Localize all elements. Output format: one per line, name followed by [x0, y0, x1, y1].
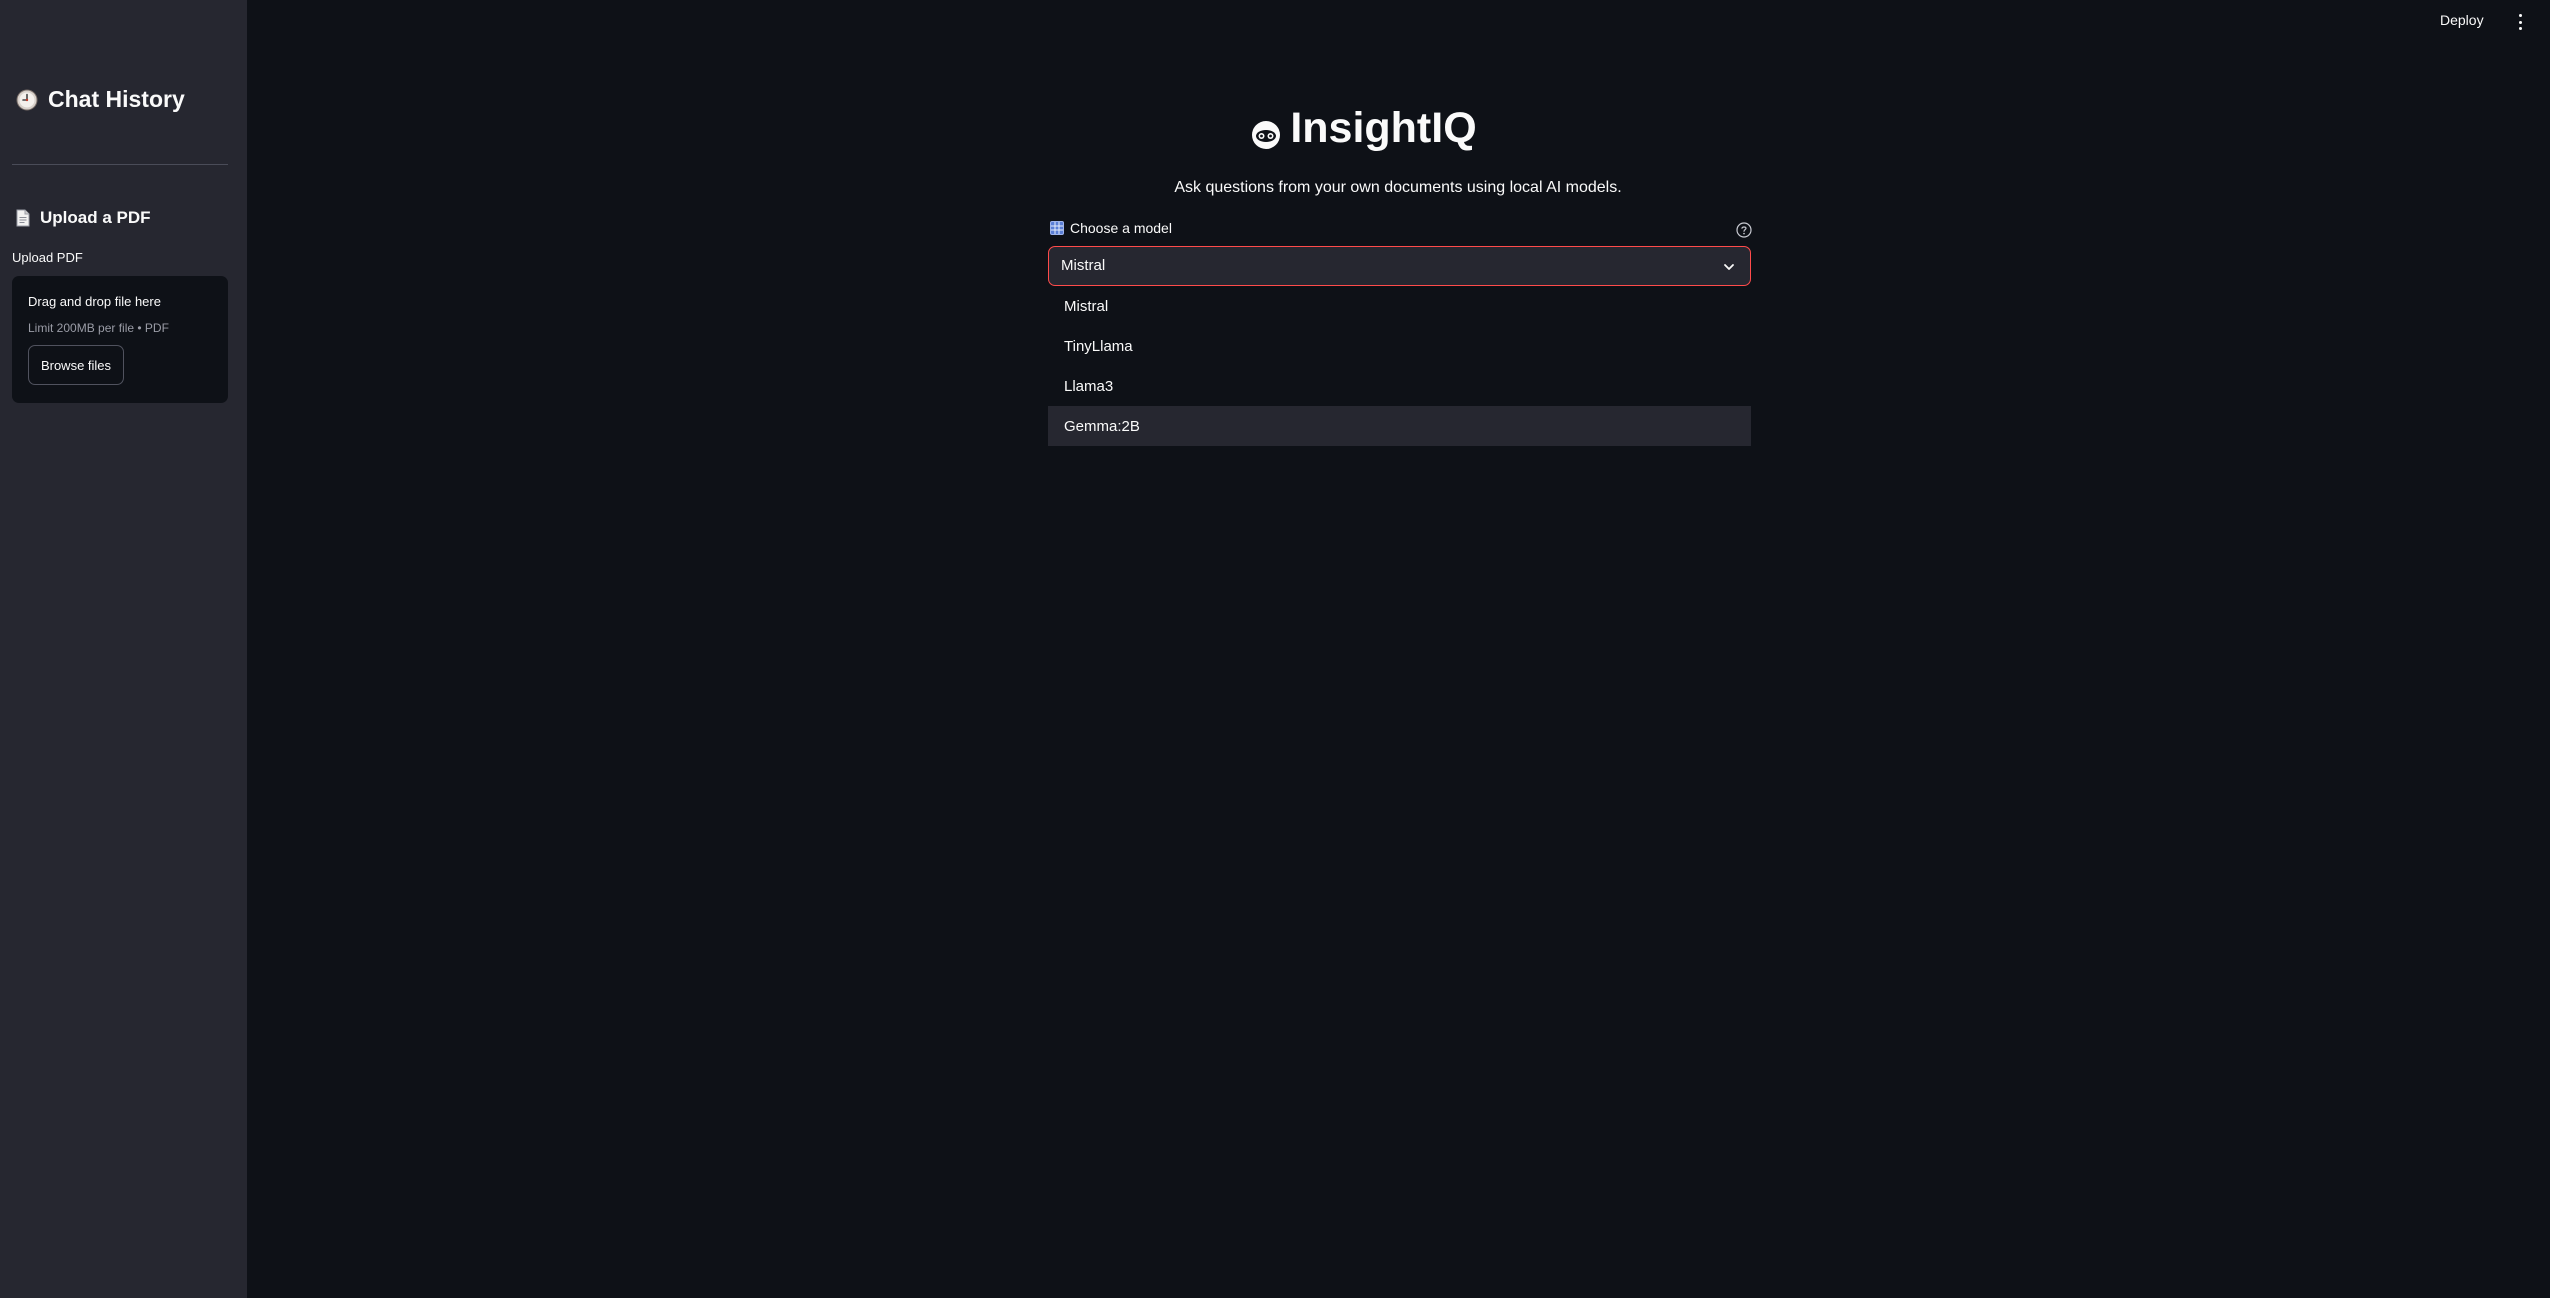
browse-files-button[interactable]: Browse files [28, 345, 124, 385]
grid-icon [1050, 221, 1064, 235]
sidebar: Chat History Upload a PDF Upload PDF Dra… [0, 0, 247, 1298]
chevron-down-icon[interactable] [1722, 260, 1736, 274]
page-header: InsightIQ [0, 104, 2550, 153]
app-root: Chat History Upload a PDF Upload PDF Dra… [0, 0, 2550, 1298]
upload-section-title: Upload a PDF [16, 208, 151, 228]
model-option-mistral[interactable]: Mistral [1048, 286, 1751, 326]
upload-pdf-label: Upload PDF [12, 250, 83, 265]
model-select-label: Choose a model [1050, 220, 1172, 236]
face-icon [1250, 113, 1282, 149]
model-option-gemma-2b[interactable]: Gemma:2B [1048, 406, 1751, 446]
dropzone-instructions: Drag and drop file here [28, 294, 161, 309]
kebab-menu-icon[interactable] [2514, 12, 2526, 32]
page-title-text: InsightIQ [1290, 104, 1477, 152]
file-dropzone[interactable]: Drag and drop file here Limit 200MB per … [12, 276, 228, 403]
sidebar-divider [12, 164, 228, 165]
model-select-value: Mistral [1061, 257, 1106, 274]
deploy-button[interactable]: Deploy [2440, 12, 2484, 28]
upload-section-title-text: Upload a PDF [40, 208, 151, 227]
page-subtitle: Ask questions from your own documents us… [1174, 179, 1622, 196]
help-icon[interactable] [1736, 222, 1752, 238]
dropzone-limit-text: Limit 200MB per file • PDF [28, 321, 169, 335]
page-title: InsightIQ [1250, 104, 1477, 153]
model-option-llama3[interactable]: Llama3 [1048, 366, 1751, 406]
model-select-label-text: Choose a model [1070, 220, 1172, 236]
model-option-tinyllama[interactable]: TinyLlama [1048, 326, 1751, 366]
model-dropdown-list: Mistral TinyLlama Llama3 Gemma:2B [1048, 286, 1751, 446]
document-icon [16, 209, 30, 227]
model-select[interactable]: Mistral [1048, 246, 1751, 286]
